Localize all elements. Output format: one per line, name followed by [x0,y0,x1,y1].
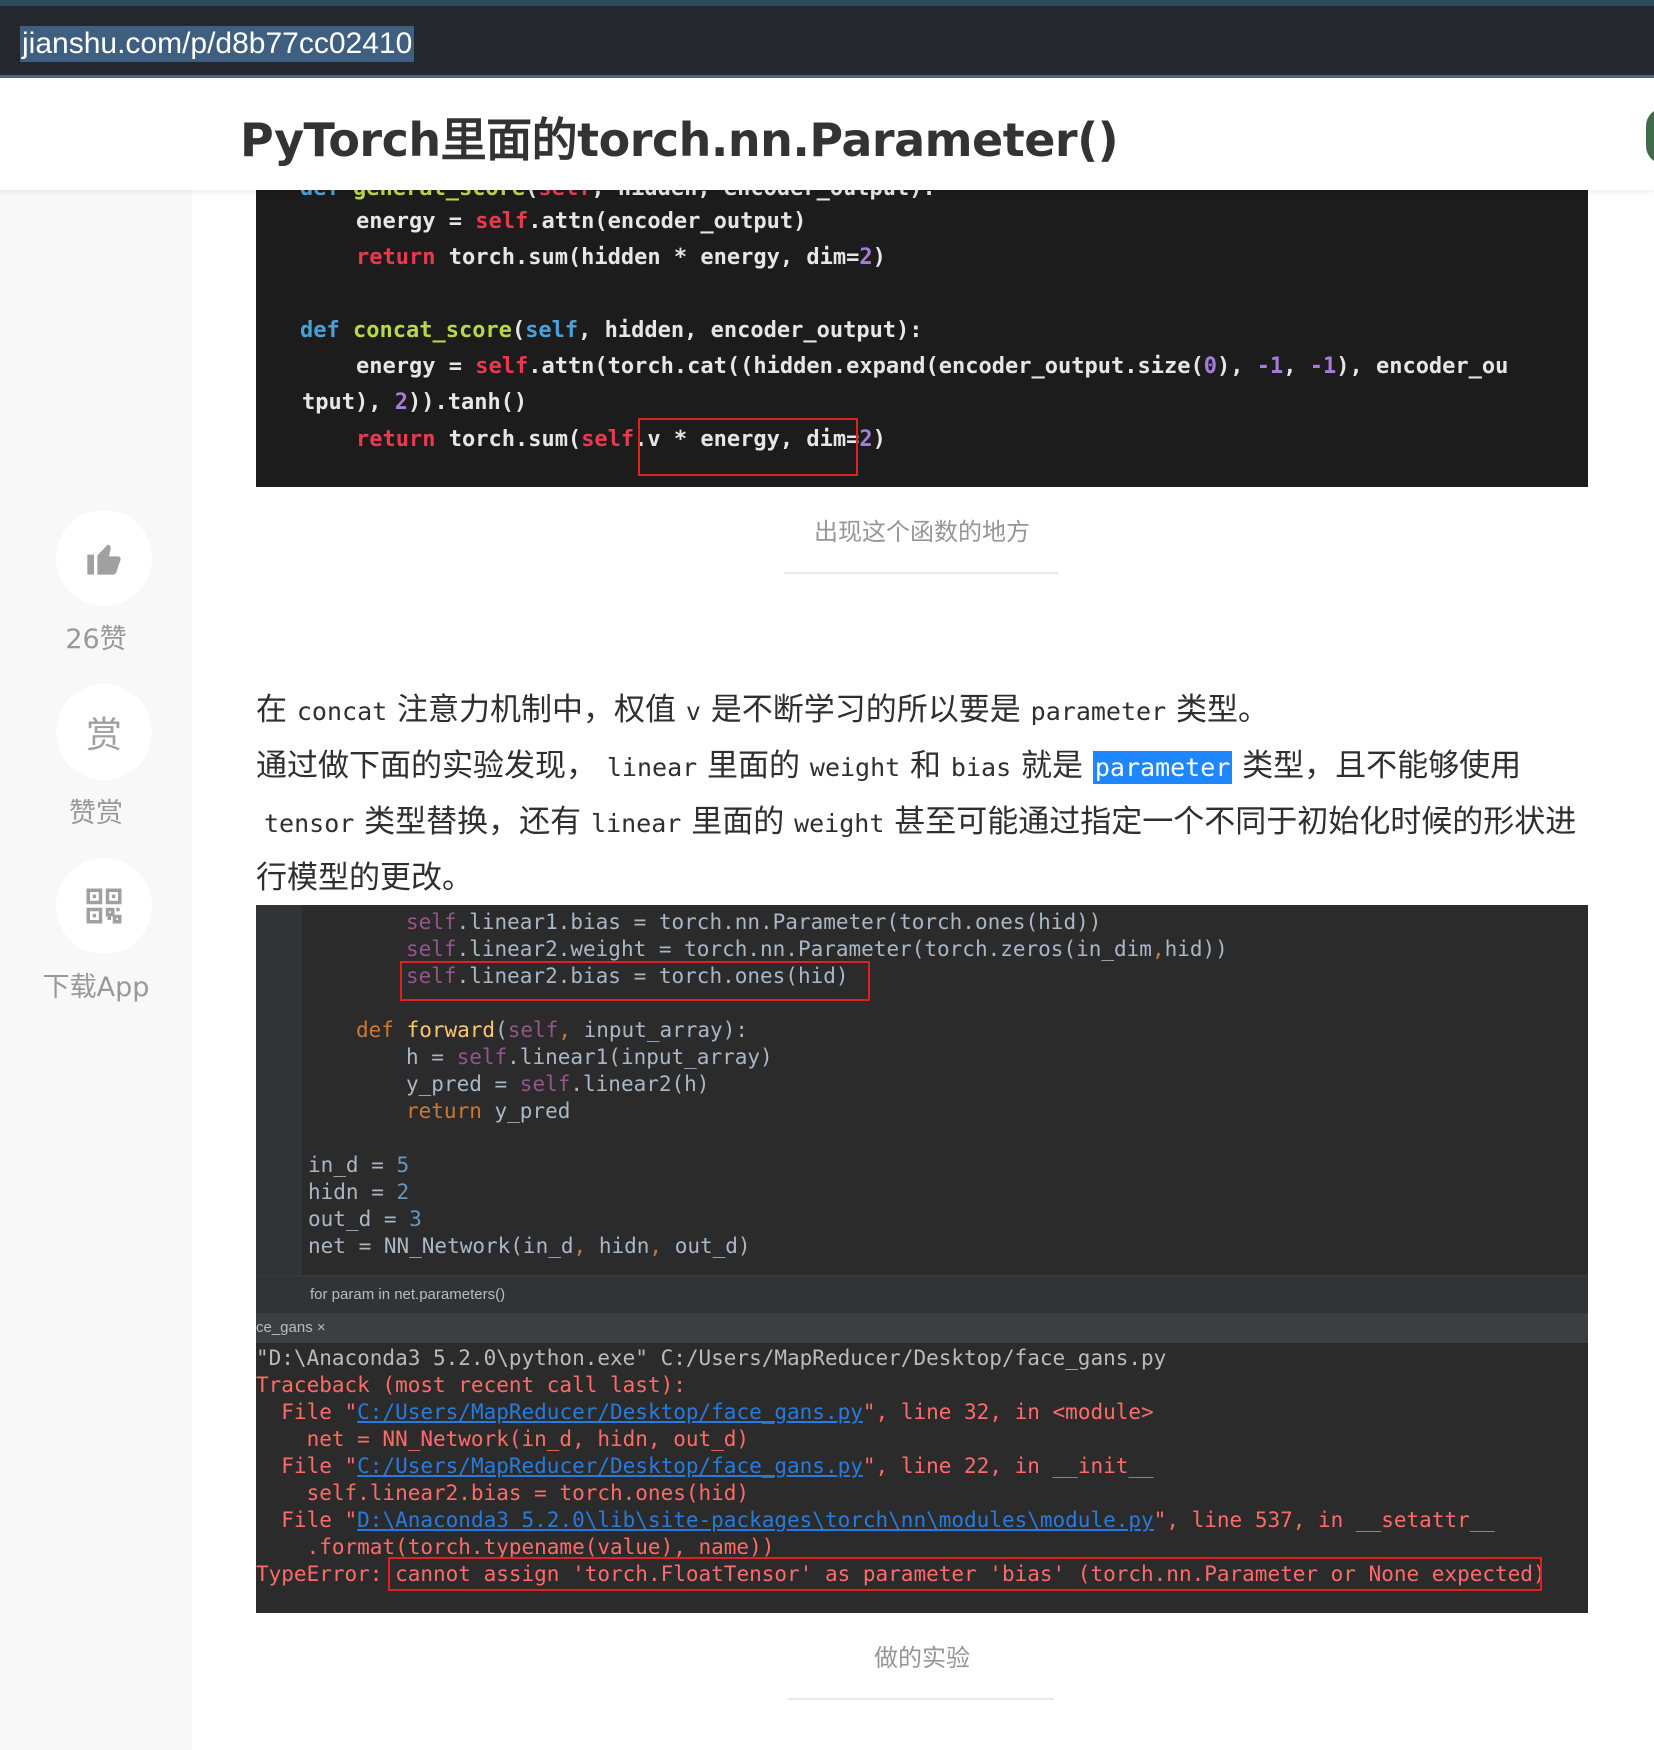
browser-address-bar[interactable]: jianshu.com/p/d8b77cc02410 [0,0,1654,78]
article-header: PyTorch里面的torch.nn.Parameter() [0,78,1654,190]
console-output: "D:\Anaconda3 5.2.0\python.exe" C:/Users… [256,1343,1588,1613]
like-button[interactable] [56,510,152,606]
selected-text: parameter [1092,751,1233,784]
reward-button[interactable]: 赏 [56,684,152,780]
paragraph-line-3: tensor 类型替换，还有 linear 里面的 weight 甚至可能通过指… [264,804,1577,840]
download-app-button[interactable] [56,858,152,954]
caption-divider [784,572,1058,574]
traceback-link[interactable]: D:\Anaconda3 5.2.0\lib\site-packages\tor… [357,1508,1154,1532]
run-tab[interactable]: ce_gans × [256,1313,1588,1343]
highlight-box [400,961,870,1001]
like-count: 26赞 [65,624,127,655]
avatar[interactable] [1646,108,1654,164]
traceback-link[interactable]: C:/Users/MapReducer/Desktop/face_gans.py [357,1400,863,1424]
highlight-box [388,1557,1542,1591]
action-sidebar: 26赞 赏 赞赏 下载App [0,190,192,1750]
paragraph-line-1: 在 concat 注意力机制中，权值 v 是不断学习的所以要是 paramete… [256,692,1269,728]
editor-gutter [256,905,302,1275]
url-text[interactable]: jianshu.com/p/d8b77cc02410 [20,26,415,62]
editor-breadcrumb: for param in net.parameters() [256,1275,1588,1313]
highlight-box [638,418,858,476]
qr-code-icon [86,888,122,924]
download-app-label: 下载App [42,972,150,1003]
paragraph-line-4: 行模型的更改。 [256,860,473,896]
caption-divider [788,1698,1054,1700]
traceback-link[interactable]: C:/Users/MapReducer/Desktop/face_gans.py [357,1454,863,1478]
reward-label: 赞赏 [69,798,123,829]
page-title: PyTorch里面的torch.nn.Parameter() [240,113,1119,167]
code-screenshot-1: def general_score(self, hidden, encoder_… [256,190,1588,487]
thumbs-up-icon [87,544,121,575]
code-screenshot-2: self.linear1.bias = torch.nn.Parameter(t… [256,905,1588,1613]
reward-icon: 赏 [85,715,122,756]
image-caption-2: 做的实验 [874,1644,970,1672]
image-caption-1: 出现这个函数的地方 [814,518,1030,546]
paragraph-line-2: 通过做下面的实验发现， linear 里面的 weight 和 bias 就是 … [256,748,1522,784]
